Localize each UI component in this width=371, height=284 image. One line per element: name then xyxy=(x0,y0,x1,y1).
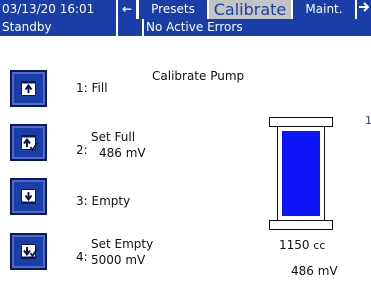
set-full-icon xyxy=(21,135,38,152)
pump-gauge xyxy=(277,126,325,221)
side-item-2-label: 2 xyxy=(365,208,371,221)
volume-value: 1150 xyxy=(279,238,310,252)
pump-bottom-cap xyxy=(269,220,333,230)
voltage-unit: mV xyxy=(317,264,338,278)
pump-fill-level xyxy=(282,131,320,216)
set-empty-icon xyxy=(21,244,38,259)
forward-arrow-icon[interactable] xyxy=(357,0,371,19)
step-3-label: 3: Empty xyxy=(76,194,131,208)
back-arrow-icon[interactable]: ← xyxy=(118,0,136,19)
set-full-button[interactable] xyxy=(10,124,47,161)
step-4-number: 4: xyxy=(76,250,88,264)
tab-presets[interactable]: Presets xyxy=(139,0,207,19)
datetime-display: 03/13/20 16:01 xyxy=(0,0,116,19)
step-2-number: 2: xyxy=(76,143,88,157)
scroll-down-icon xyxy=(359,268,369,280)
page-title: Calibrate Pump xyxy=(152,69,245,83)
volume-unit: cc xyxy=(313,239,326,252)
fill-icon xyxy=(21,81,36,96)
fill-button[interactable] xyxy=(10,70,47,107)
voltage-value: 486 xyxy=(291,264,314,278)
empty-icon xyxy=(21,189,36,204)
error-status: No Active Errors xyxy=(144,19,371,36)
volume-readout: 1150 cc xyxy=(279,238,325,252)
step-4-value: 5000 mV xyxy=(91,253,146,267)
step-1-label: 1: Fill xyxy=(76,81,108,95)
voltage-readout: 486 mV xyxy=(291,264,338,278)
empty-button[interactable] xyxy=(10,178,47,215)
step-2-value: 486 mV xyxy=(99,146,146,160)
set-empty-button[interactable] xyxy=(10,233,47,270)
step-2-label: Set Full xyxy=(91,130,136,144)
tab-calibrate[interactable]: Calibrate xyxy=(209,0,291,19)
system-status: Standby xyxy=(0,19,116,36)
tab-maint[interactable]: Maint. xyxy=(293,0,355,19)
scroll-up-icon xyxy=(359,58,369,70)
side-item-1-label: 1 xyxy=(365,114,371,127)
status-spacer xyxy=(118,19,142,36)
step-4-label: Set Empty xyxy=(91,237,154,251)
